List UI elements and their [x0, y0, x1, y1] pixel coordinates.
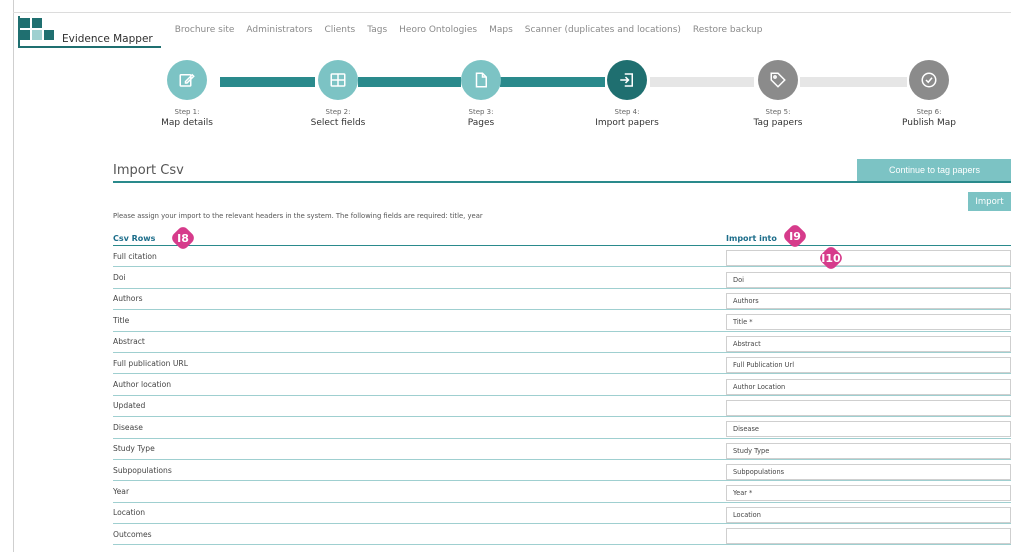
import-into-select[interactable] [726, 399, 1011, 416]
step-label: Select fields [310, 118, 366, 128]
table-row: Doi Doi [113, 267, 1011, 289]
step-label: Tag papers [753, 118, 803, 128]
page-icon [461, 60, 501, 100]
table-row: Title Title * [113, 310, 1011, 332]
nav-links: Brochure site Administrators Clients Tag… [169, 25, 769, 35]
page-frame-left [13, 0, 14, 552]
logo-icon [18, 16, 58, 46]
logo[interactable]: Evidence Mapper [18, 14, 161, 48]
import-into-select[interactable]: Abstract [726, 335, 1011, 352]
import-into-select[interactable]: Disease [726, 421, 1011, 438]
csv-row-label: Doi [113, 273, 126, 283]
csv-row-label: Disease [113, 422, 143, 432]
table-row: Author location Author Location [113, 374, 1011, 396]
table-row: Full citation [113, 246, 1011, 268]
import-into-select[interactable]: Year * [726, 485, 1011, 502]
csv-row-label: Authors [113, 294, 143, 304]
grid-icon [318, 60, 358, 100]
csv-row-label: Title [113, 315, 130, 325]
annotation-marker-label: I10 [821, 251, 841, 265]
progress-stepper: Step 1: Map details Step 2: Select field… [150, 60, 990, 140]
annotation-marker: I9 [781, 222, 809, 250]
csv-row-label: Year [113, 486, 130, 496]
tag-icon [758, 60, 798, 100]
step-label: Import papers [595, 118, 659, 128]
csv-row-label: Full publication URL [113, 358, 188, 368]
csv-row-label: Full citation [113, 251, 157, 261]
step-pages[interactable]: Step 3: Pages [426, 60, 536, 128]
nav-link-clients[interactable]: Clients [318, 25, 361, 35]
step-publish-map[interactable]: Step 6: Publish Map [874, 60, 984, 128]
table-row: Full publication URL Full Publication Ur… [113, 353, 1011, 375]
nav-link-scanner[interactable]: Scanner (duplicates and locations) [519, 25, 687, 35]
logo-underline [18, 46, 161, 48]
import-into-select[interactable]: Authors [726, 292, 1011, 309]
import-icon [607, 60, 647, 100]
step-number: Step 1: [174, 108, 200, 116]
table-row: Updated [113, 396, 1011, 418]
check-icon [909, 60, 949, 100]
import-into-select[interactable] [726, 528, 1011, 545]
step-number: Step 2: [325, 108, 351, 116]
csv-row-label: Updated [113, 401, 146, 411]
page-title: Import Csv [113, 163, 184, 178]
import-into-select[interactable]: Subpopulations [726, 464, 1011, 481]
nav-link-maps[interactable]: Maps [483, 25, 519, 35]
annotation-marker-label: I8 [177, 231, 189, 245]
step-label: Publish Map [902, 118, 956, 128]
table-row: Authors Authors [113, 289, 1011, 311]
import-into-select[interactable] [726, 250, 1011, 267]
step-label: Map details [161, 118, 213, 128]
logo-text: Evidence Mapper [62, 33, 153, 45]
nav-link-brochure[interactable]: Brochure site [169, 25, 241, 35]
import-into-select[interactable]: Title * [726, 314, 1011, 331]
nav-link-restore-backup[interactable]: Restore backup [687, 25, 769, 35]
step-tag-papers[interactable]: Step 5: Tag papers [723, 60, 833, 128]
table-row: Location Location [113, 503, 1011, 525]
table-row: Subpopulations Subpopulations [113, 460, 1011, 482]
step-number: Step 4: [614, 108, 640, 116]
annotation-marker: I8 [169, 224, 197, 252]
top-nav: Evidence Mapper Brochure site Administra… [18, 12, 1008, 48]
column-header-import-into: Import into [726, 234, 777, 243]
edit-icon [167, 60, 207, 100]
import-button[interactable]: Import [968, 192, 1011, 211]
nav-link-heoro-ontologies[interactable]: Heoro Ontologies [393, 25, 483, 35]
annotation-marker: I10 [817, 244, 845, 272]
nav-link-tags[interactable]: Tags [361, 25, 393, 35]
csv-row-label: Subpopulations [113, 465, 172, 475]
step-label: Pages [467, 118, 495, 128]
table-row: Study Type Study Type [113, 439, 1011, 460]
step-map-details[interactable]: Step 1: Map details [132, 60, 242, 128]
import-into-select[interactable]: Location [726, 506, 1011, 523]
table-row: Abstract Abstract [113, 332, 1011, 353]
import-instructions: Please assign your import to the relevan… [113, 212, 483, 220]
table-row: Outcomes [113, 524, 1011, 546]
csv-row-label: Abstract [113, 337, 145, 347]
annotation-marker-label: I9 [789, 229, 801, 243]
import-into-select[interactable]: Author Location [726, 378, 1011, 395]
step-number: Step 6: [916, 108, 942, 116]
csv-row-label: Outcomes [113, 529, 152, 539]
column-header-csv-rows: Csv Rows [113, 234, 156, 243]
step-number: Step 3: [468, 108, 494, 116]
table-header: Csv Rows Import into [113, 229, 1011, 246]
step-number: Step 5: [765, 108, 791, 116]
nav-link-administrators[interactable]: Administrators [240, 25, 318, 35]
section-divider [113, 181, 1011, 183]
csv-mapping-table: Csv Rows Import into Full citation Doi D… [113, 229, 1011, 546]
csv-row-label: Study Type [113, 444, 155, 454]
continue-to-tag-papers-button[interactable]: Continue to tag papers [857, 159, 1011, 181]
import-into-select[interactable]: Full Publication Url [726, 357, 1011, 374]
import-into-select[interactable]: Study Type [726, 442, 1011, 459]
csv-row-label: Location [113, 508, 146, 518]
step-import-papers[interactable]: Step 4: Import papers [572, 60, 682, 128]
step-select-fields[interactable]: Step 2: Select fields [283, 60, 393, 128]
table-row: Year Year * [113, 481, 1011, 503]
import-into-select[interactable]: Doi [726, 271, 1011, 288]
csv-row-label: Author location [113, 380, 172, 390]
table-row: Disease Disease [113, 417, 1011, 439]
